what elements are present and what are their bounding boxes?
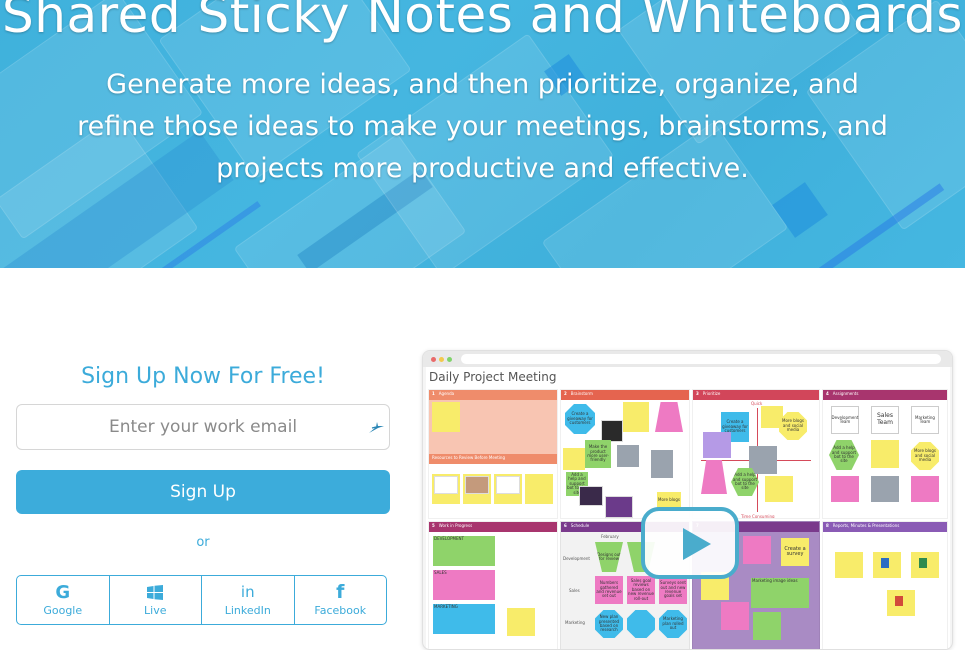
or-divider: or bbox=[196, 535, 210, 550]
image-note bbox=[831, 476, 859, 502]
sticky-note: Make the product more user-friendly bbox=[585, 440, 611, 468]
file-note bbox=[617, 445, 639, 467]
sticky-note bbox=[753, 612, 781, 640]
sticky-note bbox=[701, 460, 727, 494]
social-login-group: G Google Live in LinkedIn f Facebook bbox=[16, 575, 387, 625]
sticky-note: New plan presented based on research bbox=[595, 610, 623, 638]
window-dot-red bbox=[431, 357, 436, 362]
sticky-note: Surveys sent out and new revenue goals s… bbox=[659, 576, 687, 604]
play-icon bbox=[683, 528, 711, 560]
hero-title: Shared Sticky Notes and Whiteboards bbox=[2, 0, 963, 44]
video-note bbox=[601, 420, 623, 442]
schedule-month: February bbox=[601, 534, 619, 539]
image-note bbox=[563, 448, 585, 470]
sticky-note: More blogs and social media bbox=[911, 442, 939, 470]
sticky-note: Sales Team bbox=[871, 406, 899, 434]
section-reports: 8 Reports, Minutes & Presentations bbox=[822, 521, 948, 649]
sticky-note: Create a survey bbox=[781, 538, 809, 566]
image-note bbox=[703, 432, 731, 458]
image-note bbox=[579, 486, 603, 506]
sticky-note: Create a giveaway for customers bbox=[565, 404, 595, 434]
checklist-note: MARKETING bbox=[433, 604, 495, 634]
checklist-note: Marketing image ideas bbox=[751, 578, 809, 608]
window-dot-yellow bbox=[439, 357, 444, 362]
sticky-note: Add a help and support bot to the site bbox=[829, 440, 859, 470]
section-brainstorm: 2 Brainstorm Create a giveaway for custom… bbox=[560, 389, 690, 519]
section-prioritize: 3 Prioritize Quick Time Consuming Create … bbox=[692, 389, 820, 519]
facebook-label: Facebook bbox=[314, 604, 367, 617]
sticky-note bbox=[743, 536, 771, 564]
section-subheader: Resources to Review Before Meeting bbox=[429, 454, 557, 464]
file-note bbox=[651, 450, 673, 478]
sticky-note: Numbers gathered and revenue set out bbox=[595, 576, 623, 604]
axis-label-time-consuming: Time Consuming bbox=[741, 514, 775, 519]
facebook-login-button[interactable]: f Facebook bbox=[295, 576, 387, 624]
file-note bbox=[749, 446, 777, 474]
section-header: 5 Work in Progress bbox=[429, 522, 557, 532]
sticky-note: More blogs and social media bbox=[779, 412, 807, 440]
hero-subtitle-line: projects more productive and effective. bbox=[216, 153, 749, 184]
checklist-note: DEVELOPMENT bbox=[433, 536, 495, 566]
section-header: 4 Assignments bbox=[823, 390, 947, 400]
image-note bbox=[911, 476, 939, 502]
sticky-note: Marketing plan rolled out bbox=[659, 610, 687, 638]
facebook-icon: f bbox=[336, 581, 345, 603]
google-icon: G bbox=[55, 581, 71, 603]
schedule-row-label: Sales bbox=[569, 588, 580, 593]
sticky-note bbox=[655, 402, 683, 432]
browser-chrome bbox=[423, 351, 952, 367]
address-bar bbox=[461, 354, 941, 364]
sticky-note bbox=[721, 602, 749, 630]
section-assignments: 4 Assignments Development Team Sales Team… bbox=[822, 389, 948, 519]
google-login-button[interactable]: G Google bbox=[17, 576, 110, 624]
live-login-button[interactable]: Live bbox=[110, 576, 202, 624]
hero-subtitle: Generate more ideas, and then prioritize… bbox=[40, 64, 925, 190]
image-note bbox=[871, 440, 899, 468]
hero-subtitle-line: refine those ideas to make your meetings… bbox=[77, 111, 888, 142]
window-dot-green bbox=[447, 357, 452, 362]
google-label: Google bbox=[43, 604, 83, 617]
whiteboard: Daily Project Meeting 1 Agenda Resources … bbox=[426, 367, 950, 649]
section-agenda: 1 Agenda Resources to Review Before Meeti… bbox=[428, 389, 558, 519]
schedule-row-label: Development bbox=[563, 556, 590, 561]
board-title: Daily Project Meeting bbox=[429, 370, 557, 384]
sticky-note bbox=[432, 402, 460, 432]
file-note bbox=[871, 476, 899, 502]
hero-subtitle-line: Generate more ideas, and then prioritize… bbox=[106, 69, 859, 100]
sticky-note bbox=[765, 476, 793, 502]
signup-heading: Sign Up Now For Free! bbox=[81, 364, 325, 389]
sticky-note: Designs out for review bbox=[595, 542, 623, 572]
image-note bbox=[507, 608, 535, 636]
linkedin-icon: in bbox=[240, 583, 255, 601]
section-header: 8 Reports, Minutes & Presentations bbox=[823, 522, 947, 532]
sign-up-button[interactable]: Sign Up bbox=[16, 470, 390, 514]
schedule-row-label: Marketing bbox=[565, 620, 585, 625]
sticky-note: Marketing Team bbox=[911, 406, 939, 434]
dashlane-icon[interactable] bbox=[367, 419, 385, 435]
email-field-container bbox=[16, 404, 390, 450]
windows-icon bbox=[147, 582, 164, 602]
hero-banner: Shared Sticky Notes and Whiteboards Gene… bbox=[0, 0, 965, 268]
linkedin-login-button[interactable]: in LinkedIn bbox=[202, 576, 295, 624]
section-header: 2 Brainstorm bbox=[561, 390, 689, 400]
image-note bbox=[605, 496, 633, 518]
linkedin-label: LinkedIn bbox=[224, 604, 271, 617]
file-note bbox=[525, 474, 553, 504]
checklist-note: SALES bbox=[433, 570, 495, 600]
sticky-note: More blogs bbox=[657, 492, 681, 508]
sticky-note bbox=[623, 402, 649, 432]
file-note bbox=[835, 552, 863, 578]
sticky-note: Sales goal reviews based on new revenue … bbox=[627, 576, 655, 604]
section-work-in-progress: 5 Work in Progress DEVELOPMENT SALES MARK… bbox=[428, 521, 558, 649]
sticky-note: Development Team bbox=[831, 406, 859, 434]
product-preview-video[interactable]: Daily Project Meeting 1 Agenda Resources … bbox=[422, 350, 953, 650]
play-video-button[interactable] bbox=[641, 507, 739, 579]
email-field[interactable] bbox=[17, 405, 389, 449]
sticky-note bbox=[627, 610, 655, 638]
section-header: 3 Prioritize bbox=[693, 390, 819, 400]
section-header: 1 Agenda bbox=[429, 390, 557, 400]
live-label: Live bbox=[144, 604, 167, 617]
